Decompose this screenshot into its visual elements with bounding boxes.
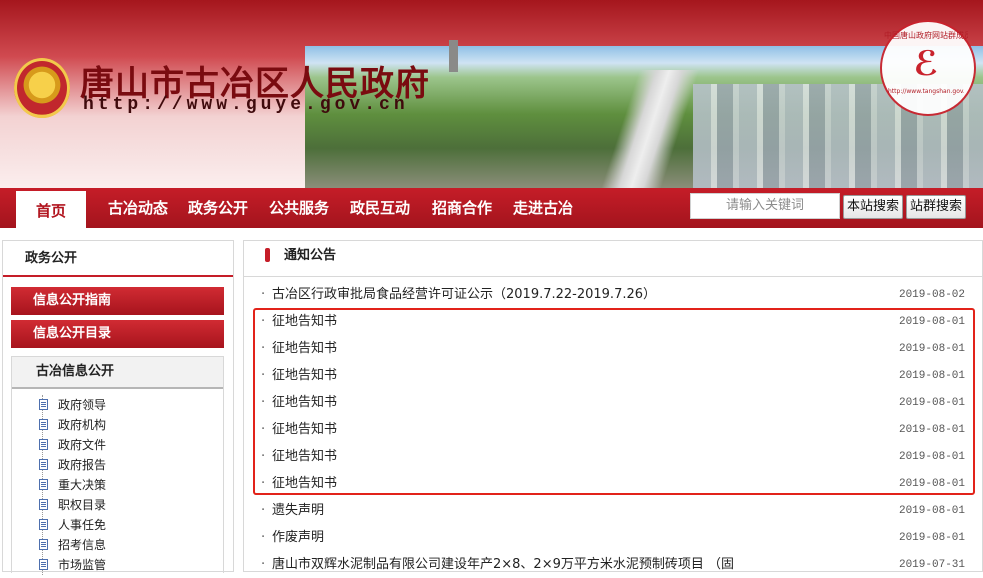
notice-date: 2019-08-01 — [898, 397, 965, 409]
notice-date: 2019-08-01 — [898, 532, 965, 544]
nav-gov-affairs[interactable]: 政务公开 — [188, 188, 248, 228]
tree-item-appointments[interactable]: 人事任免 — [39, 515, 106, 535]
tree-item-documents[interactable]: 政府文件 — [39, 435, 106, 455]
emblem-star-icon: ★ — [33, 71, 50, 92]
site-url: http://www.guye.gov.cn — [83, 95, 409, 115]
tree-item-agencies[interactable]: 政府机构 — [39, 415, 106, 435]
notice-row[interactable]: · 征地告知书 2019-08-01 — [244, 309, 982, 335]
group-search-button[interactable]: 站群搜索 — [906, 195, 967, 219]
document-icon — [39, 399, 48, 410]
notice-link[interactable]: 作废声明 — [272, 525, 324, 551]
sidebar: 政务公开 信息公开指南 信息公开目录 古冶信息公开 政府领导 政府机构 政府文件… — [2, 240, 234, 575]
notice-link[interactable]: 古冶区行政审批局食品经营许可证公示（2019.7.22-2019.7.26） — [272, 282, 656, 308]
notice-link[interactable]: 征地告知书 — [272, 390, 337, 416]
nav-investment[interactable]: 招商合作 — [432, 188, 492, 228]
info-guide-button[interactable]: 信息公开指南 — [11, 287, 224, 315]
notice-link[interactable]: 征地告知书 — [272, 336, 337, 362]
notice-row[interactable]: · 作废声明 2019-08-01 — [244, 525, 982, 551]
notice-panel: 通知公告 · 古冶区行政审批局食品经营许可证公示（2019.7.22-2019.7… — [243, 240, 983, 572]
info-disclosure-panel: 古冶信息公开 政府领导 政府机构 政府文件 政府报告 重大决策 职权目录 人事任… — [11, 356, 224, 575]
notice-row[interactable]: · 征地告知书 2019-08-01 — [244, 390, 982, 416]
notice-row[interactable]: · 征地告知书 2019-08-01 — [244, 363, 982, 389]
notice-date: 2019-08-01 — [898, 316, 965, 328]
document-icon — [39, 459, 48, 470]
search-input[interactable]: 请输入关键词 — [690, 193, 840, 219]
seal-logo-icon: ℰ — [913, 44, 939, 84]
notice-link[interactable]: 遗失声明 — [272, 498, 324, 524]
tree-item-authority[interactable]: 职权目录 — [39, 495, 106, 515]
notice-link[interactable]: 征地告知书 — [272, 417, 337, 443]
nav-interaction[interactable]: 政民互动 — [350, 188, 410, 228]
notice-date: 2019-08-01 — [898, 424, 965, 436]
notice-date: 2019-08-01 — [898, 343, 965, 355]
notice-header: 通知公告 — [244, 241, 982, 277]
banner-tower — [449, 40, 458, 72]
nav-guye-news[interactable]: 古冶动态 — [108, 188, 168, 228]
nav-about-guye[interactable]: 走进古冶 — [513, 188, 573, 228]
notice-row[interactable]: · 征地告知书 2019-08-01 — [244, 336, 982, 362]
document-icon — [39, 499, 48, 510]
notice-row[interactable]: · 古冶区行政审批局食品经营许可证公示（2019.7.22-2019.7.26） 2… — [244, 282, 982, 308]
notice-row[interactable]: · 征地告知书 2019-08-01 — [244, 444, 982, 470]
notice-link[interactable]: 征地告知书 — [272, 444, 337, 470]
notice-row[interactable]: · 遗失声明 2019-08-01 — [244, 498, 982, 524]
info-catalog-button[interactable]: 信息公开目录 — [11, 320, 224, 348]
seal-url: http://www.tangshan.gov.cn — [888, 88, 964, 95]
notice-link[interactable]: 唐山市双辉水泥制品有限公司建设年产2×8、2×9万平方米水泥预制砖项目 （固 — [272, 552, 734, 578]
info-disclosure-title: 古冶信息公开 — [12, 357, 223, 389]
seal-text: 中国唐山政府网站群成员 — [884, 31, 968, 40]
document-icon — [39, 439, 48, 450]
notice-marker-icon — [265, 248, 270, 262]
tree-item-reports[interactable]: 政府报告 — [39, 455, 106, 475]
notice-date: 2019-08-01 — [898, 370, 965, 382]
document-icon — [39, 559, 48, 570]
tree-item-decisions[interactable]: 重大决策 — [39, 475, 106, 495]
notice-row[interactable]: · 唐山市双辉水泥制品有限公司建设年产2×8、2×9万平方米水泥预制砖项目 （固 2… — [244, 552, 982, 578]
tree-item-leaders[interactable]: 政府领导 — [39, 395, 106, 415]
notice-row[interactable]: · 征地告知书 2019-08-01 — [244, 417, 982, 443]
tree-item-recruitment[interactable]: 招考信息 — [39, 535, 106, 555]
document-icon — [39, 539, 48, 550]
notice-date: 2019-08-01 — [898, 478, 965, 490]
notice-date: 2019-08-02 — [898, 289, 965, 301]
notice-link[interactable]: 征地告知书 — [272, 363, 337, 389]
notice-date: 2019-07-31 — [898, 559, 965, 571]
notice-date: 2019-08-01 — [898, 451, 965, 463]
notice-title: 通知公告 — [284, 248, 337, 263]
document-icon — [39, 419, 48, 430]
nav-home[interactable]: 首页 — [16, 188, 86, 228]
nav-public-service[interactable]: 公共服务 — [269, 188, 329, 228]
site-search-button[interactable]: 本站搜索 — [843, 195, 904, 219]
sidebar-section-title: 政务公开 — [3, 241, 233, 277]
notice-date: 2019-08-01 — [898, 505, 965, 517]
document-icon — [39, 519, 48, 530]
notice-link[interactable]: 征地告知书 — [272, 309, 337, 335]
tree-item-market[interactable]: 市场监管 — [39, 555, 106, 575]
notice-link[interactable]: 征地告知书 — [272, 471, 337, 497]
document-icon — [39, 479, 48, 490]
notice-row[interactable]: · 征地告知书 2019-08-01 — [244, 471, 982, 497]
